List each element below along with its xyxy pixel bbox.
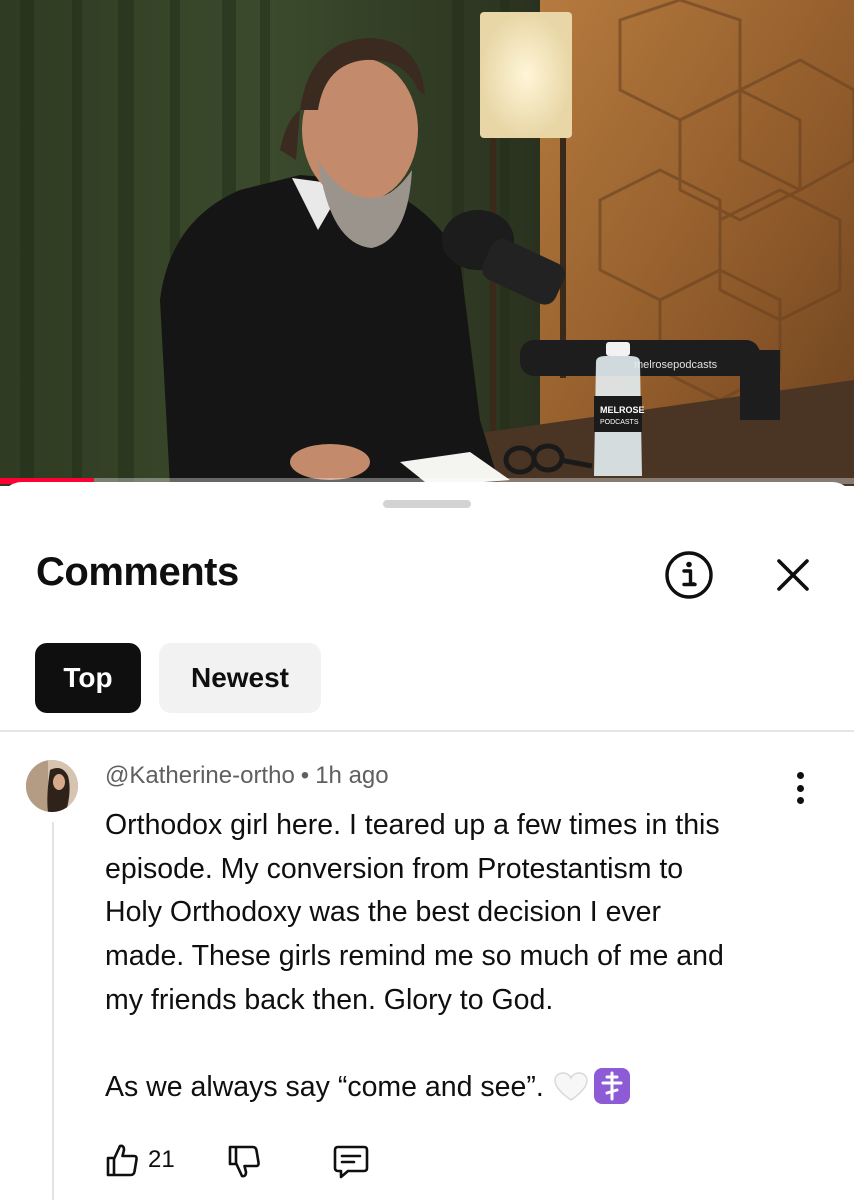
avatar[interactable] [26,760,78,812]
comment-time: 1h ago [315,762,389,789]
comment-closing-line: As we always say “come and see”. [105,1066,805,1110]
reply-icon[interactable] [332,1144,370,1180]
comment-meta: @Katherine-ortho • 1h ago [105,762,389,790]
video-player[interactable]: melrosepodcasts MELROSE PODCASTS [0,0,854,486]
white-heart-icon [554,1072,588,1102]
header-divider [0,730,854,732]
info-icon[interactable] [664,550,714,600]
closing-text: As we always say “come and see”. [105,1071,544,1104]
comment-body: Orthodox girl here. I teared up a few ti… [105,804,805,1110]
thumbs-down-icon[interactable] [226,1144,262,1180]
video-frame: melrosepodcasts MELROSE PODCASTS [0,0,854,486]
comment-line: episode. My conversion from Protestantis… [105,852,684,885]
comments-title: Comments [36,550,239,594]
orthodox-cross-icon [593,1068,630,1105]
close-icon[interactable] [770,552,816,598]
comment-line: my friends back then. Glory to God. [105,983,554,1016]
more-options-icon[interactable] [786,768,814,808]
comment-line: Holy Orthodoxy was the best decision I e… [105,896,662,929]
comments-sheet: Comments Top Newest @Katherine-ortho • 1h … [0,482,854,1200]
comment-line: made. These girls remind me so much of m… [105,940,724,973]
drag-handle[interactable] [383,500,471,508]
comment-author[interactable]: @Katherine-ortho [105,762,295,789]
bottle-label-top: MELROSE [600,405,645,415]
comment-actions: 21 [104,1142,424,1182]
mic-arm-watermark: melrosepodcasts [634,359,718,371]
filter-chip-newest[interactable]: Newest [159,643,321,713]
bottle-label-bottom: PODCASTS [600,419,639,426]
meta-separator: • [300,762,310,789]
thumbs-up-icon[interactable] [104,1142,140,1178]
thread-line [52,822,54,1200]
comment-line: Orthodox girl here. I teared up a few ti… [105,809,720,841]
like-count: 21 [148,1146,175,1173]
filter-chip-top[interactable]: Top [35,643,141,713]
